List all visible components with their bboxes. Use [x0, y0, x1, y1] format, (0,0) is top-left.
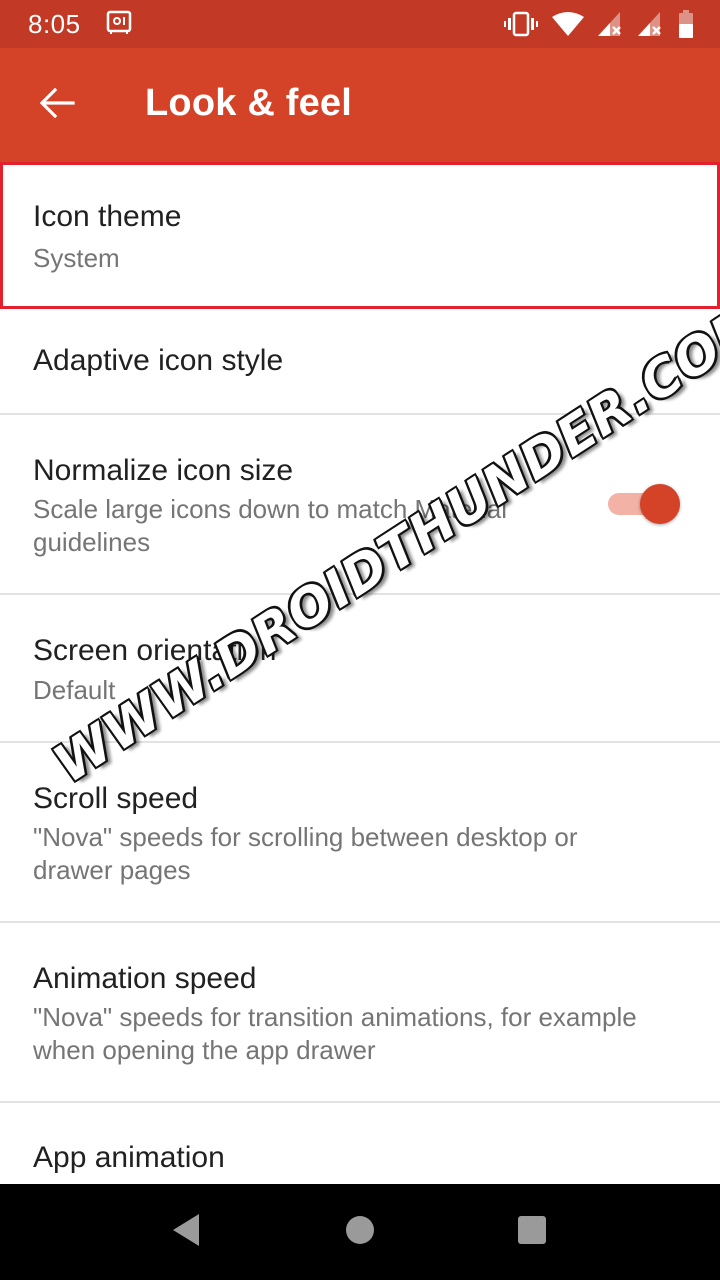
pref-adaptive-icon-style[interactable]: Adaptive icon style: [0, 309, 720, 415]
status-icons: [504, 9, 694, 39]
signal-no-service-icon: [598, 12, 624, 36]
pref-icon-theme[interactable]: Icon theme System: [0, 162, 720, 309]
pref-title: Screen orientation: [33, 634, 277, 667]
toggle-thumb: [640, 484, 680, 524]
vibrate-icon: [504, 11, 538, 37]
normalize-icon-size-toggle[interactable]: [608, 482, 680, 526]
status-time: 8:05: [28, 9, 81, 39]
status-bar: 8:05: [0, 0, 720, 48]
pref-title: App animation: [33, 1141, 225, 1174]
app-bar: Look & feel: [0, 48, 720, 162]
pref-title: Scroll speed: [33, 782, 199, 815]
nav-home-button[interactable]: [340, 1212, 380, 1252]
navigation-bar: [0, 1184, 720, 1280]
preferences-list: Icon theme System Adaptive icon style No…: [0, 162, 720, 1203]
nav-back-button[interactable]: [166, 1212, 206, 1252]
back-button[interactable]: [30, 78, 84, 132]
page-title: Look & feel: [145, 82, 353, 124]
pref-title: Adaptive icon style: [33, 344, 284, 377]
arrow-back-icon: [39, 87, 75, 124]
signal-no-service-icon: [638, 12, 664, 36]
back-triangle-icon: [171, 1213, 201, 1251]
pref-screen-orientation[interactable]: Screen orientation Default: [0, 595, 720, 743]
pref-summary: System: [33, 243, 120, 273]
home-circle-icon: [345, 1215, 375, 1250]
pref-title: Animation speed: [33, 962, 257, 995]
recents-square-icon: [517, 1215, 547, 1250]
pref-title: Icon theme: [33, 200, 182, 233]
pref-summary: "Nova" speeds for transition animations,…: [33, 1002, 637, 1065]
safe-vault-icon: [106, 10, 132, 36]
pref-animation-speed[interactable]: Animation speed "Nova" speeds for transi…: [0, 923, 720, 1103]
pref-summary: "Nova" speeds for scrolling between desk…: [33, 822, 578, 885]
wifi-icon: [552, 12, 584, 36]
pref-summary: Scale large icons down to match Material…: [33, 494, 508, 557]
battery-low-icon: [678, 10, 694, 38]
pref-scroll-speed[interactable]: Scroll speed "Nova" speeds for scrolling…: [0, 743, 720, 923]
pref-summary: Default: [33, 675, 116, 705]
nav-recents-button[interactable]: [512, 1212, 552, 1252]
pref-normalize-icon-size[interactable]: Normalize icon size Scale large icons do…: [0, 415, 720, 595]
